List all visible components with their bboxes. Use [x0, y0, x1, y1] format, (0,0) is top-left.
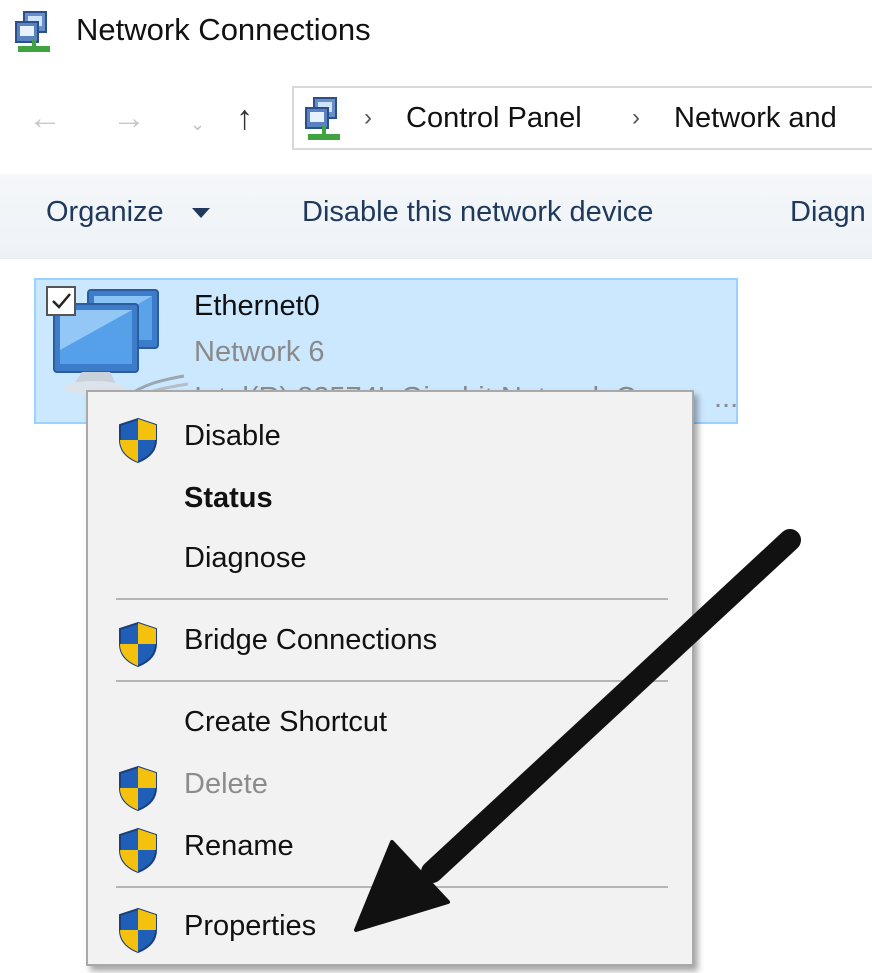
- menu-item-rename[interactable]: Rename: [88, 818, 692, 876]
- network-connections-icon: [15, 11, 50, 52]
- shield-icon: [119, 827, 157, 874]
- breadcrumb-network-and[interactable]: Network and: [674, 102, 837, 135]
- chevron-down-icon: ⌄: [190, 114, 206, 134]
- breadcrumb-separator[interactable]: ›: [632, 104, 640, 132]
- network-connections-icon: [305, 97, 340, 140]
- checkmark-icon: [52, 293, 71, 309]
- title-bar: Network Connections: [0, 0, 872, 68]
- menu-separator: [116, 598, 668, 600]
- menu-item-delete: Delete: [88, 756, 692, 814]
- arrow-up-icon: ↑: [236, 99, 253, 137]
- menu-item-label: Rename: [184, 830, 294, 862]
- menu-item-disable[interactable]: Disable: [88, 408, 692, 466]
- address-bar[interactable]: › Control Panel › Network and: [292, 86, 872, 150]
- menu-separator: [116, 886, 668, 888]
- item-checkbox[interactable]: [46, 286, 76, 316]
- menu-item-create-shortcut[interactable]: Create Shortcut: [88, 694, 692, 752]
- up-button[interactable]: ↑: [236, 98, 253, 138]
- menu-item-label: Delete: [184, 768, 268, 800]
- shield-icon: [119, 765, 157, 812]
- menu-separator: [116, 680, 668, 682]
- menu-item-label: Bridge Connections: [184, 624, 438, 656]
- disable-device-button[interactable]: Disable this network device: [302, 196, 653, 229]
- recent-locations-button[interactable]: ⌄: [190, 104, 205, 144]
- menu-item-properties[interactable]: Properties: [88, 898, 692, 956]
- arrow-right-icon: →: [112, 99, 146, 137]
- breadcrumb-control-panel[interactable]: Control Panel: [406, 102, 582, 135]
- navigation-row: ← → ⌄ ↑ › Control Panel › Network and: [0, 86, 872, 156]
- menu-item-diagnose[interactable]: Diagnose: [88, 530, 692, 588]
- diagnose-connection-button[interactable]: Diagn: [790, 196, 866, 229]
- connection-name: Ethernet0: [194, 290, 320, 322]
- menu-item-label: Status: [184, 482, 273, 514]
- menu-item-label: Properties: [184, 910, 317, 942]
- arrow-left-icon: ←: [28, 99, 62, 137]
- menu-item-bridge-connections[interactable]: Bridge Connections: [88, 612, 692, 670]
- connection-network: Network 6: [194, 336, 325, 368]
- menu-item-status[interactable]: Status: [88, 470, 692, 528]
- window-title: Network Connections: [76, 12, 371, 47]
- organize-button[interactable]: Organize: [46, 196, 164, 229]
- menu-item-label: Create Shortcut: [184, 706, 388, 738]
- back-button[interactable]: ←: [28, 98, 62, 138]
- context-menu: Disable Status Diagnose Bridge Connectio…: [86, 390, 694, 966]
- command-bar: Organize Disable this network device Dia…: [0, 174, 872, 259]
- forward-button[interactable]: →: [112, 98, 146, 138]
- menu-item-label: Disable: [184, 420, 281, 452]
- shield-icon: [119, 621, 157, 668]
- adapter-ellipsis: ...: [714, 382, 739, 414]
- breadcrumb-separator[interactable]: ›: [364, 104, 372, 132]
- menu-item-label: Diagnose: [184, 542, 307, 574]
- shield-icon: [119, 907, 157, 954]
- shield-icon: [119, 417, 157, 464]
- caret-down-icon: [192, 208, 210, 218]
